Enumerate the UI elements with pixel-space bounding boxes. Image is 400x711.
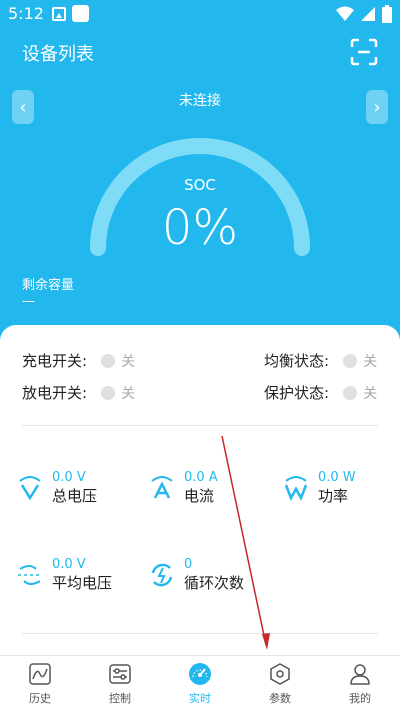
wifi-icon — [336, 6, 354, 21]
page-title[interactable]: 设备列表 — [22, 40, 94, 66]
protection-status-row: 保护状态: 关 — [264, 382, 377, 403]
tab-realtime-label: 实时 — [189, 691, 211, 705]
average-voltage-label: 平均电压 — [52, 574, 113, 592]
current-metric: 0.0 A 电流 — [148, 470, 218, 506]
divider — [22, 633, 378, 634]
tab-control-label: 控制 — [109, 691, 131, 705]
cycle-count-label: 循环次数 — [184, 574, 245, 592]
scan-icon[interactable] — [350, 38, 378, 66]
average-voltage-value: 0.0 V — [52, 557, 86, 572]
current-icon — [151, 476, 173, 499]
user-icon — [350, 663, 370, 685]
charge-switch-row[interactable]: 充电开关: 关 — [22, 350, 135, 371]
history-chart-icon — [29, 662, 51, 685]
tab-mine-label: 我的 — [349, 691, 371, 705]
protection-status-label: 保护状态: — [264, 384, 330, 402]
control-sliders-icon — [109, 663, 131, 684]
tab-parameters-label: 参数 — [269, 691, 291, 705]
balance-status-row: 均衡状态: 关 — [264, 350, 377, 371]
balance-status-indicator — [343, 353, 358, 368]
tab-mine[interactable]: 我的 — [320, 656, 400, 711]
total-voltage-value: 0.0 V — [52, 470, 86, 485]
divider — [22, 425, 378, 426]
total-voltage-metric: 0.0 V 总电压 — [16, 470, 97, 506]
charge-switch-label: 充电开关: — [22, 352, 88, 370]
tab-realtime[interactable]: 实时 — [160, 656, 240, 711]
average-voltage-metric: 0.0 V 平均电压 — [16, 557, 112, 593]
battery-icon — [382, 5, 392, 23]
charge-switch-state: 关 — [121, 353, 136, 370]
discharge-switch-indicator — [101, 385, 116, 400]
tab-control[interactable]: 控制 — [80, 656, 160, 711]
power-icon — [284, 476, 308, 501]
signal-icon — [361, 7, 375, 21]
bottom-tab-bar: 历史 控制 实时 参数 我的 — [0, 655, 400, 711]
power-label: 功率 — [318, 487, 349, 505]
app-notification-icon — [72, 5, 89, 22]
status-panel: 充电开关: 关 放电开关: 关 均衡状态: 关 保护状态: 关 0.0 V 总电… — [0, 325, 400, 655]
tab-history-label: 历史 — [29, 691, 51, 705]
remaining-capacity-label: 剩余容量 — [22, 278, 75, 293]
settings-hex-icon — [270, 662, 290, 685]
current-value: 0.0 A — [184, 470, 218, 485]
balance-status-label: 均衡状态: — [264, 352, 330, 370]
remaining-capacity-value: — — [22, 294, 35, 309]
battery-hero: 设备列表 ‹ › 未连接 SOC 0% 剩余容量 — — [0, 28, 400, 348]
balance-status-state: 关 — [363, 353, 378, 370]
power-metric: 0.0 W 功率 — [282, 470, 356, 506]
power-value: 0.0 W — [318, 470, 356, 485]
discharge-switch-state: 关 — [121, 385, 136, 402]
connection-status: 未连接 — [179, 93, 221, 109]
charge-switch-indicator — [101, 353, 116, 368]
realtime-gauge-icon — [189, 662, 211, 685]
soc-label: SOC — [184, 176, 216, 194]
tab-history[interactable]: 历史 — [0, 656, 80, 711]
gallery-notification-icon — [52, 7, 66, 21]
avg-voltage-icon — [18, 565, 42, 585]
soc-value: 0% — [161, 200, 239, 256]
voltage-icon — [19, 476, 41, 501]
current-label: 电流 — [184, 487, 215, 505]
protection-status-indicator — [343, 385, 358, 400]
status-bar: 5:12 — [0, 0, 400, 28]
status-time: 5:12 — [8, 4, 44, 23]
protection-status-state: 关 — [363, 385, 378, 402]
cycle-count-value: 0 — [184, 557, 193, 572]
discharge-switch-row[interactable]: 放电开关: 关 — [22, 382, 135, 403]
total-voltage-label: 总电压 — [52, 487, 98, 505]
cycle-count-metric: 0 循环次数 — [148, 557, 244, 593]
tab-parameters[interactable]: 参数 — [240, 656, 320, 711]
discharge-switch-label: 放电开关: — [22, 384, 88, 402]
cycle-count-icon — [151, 563, 173, 587]
